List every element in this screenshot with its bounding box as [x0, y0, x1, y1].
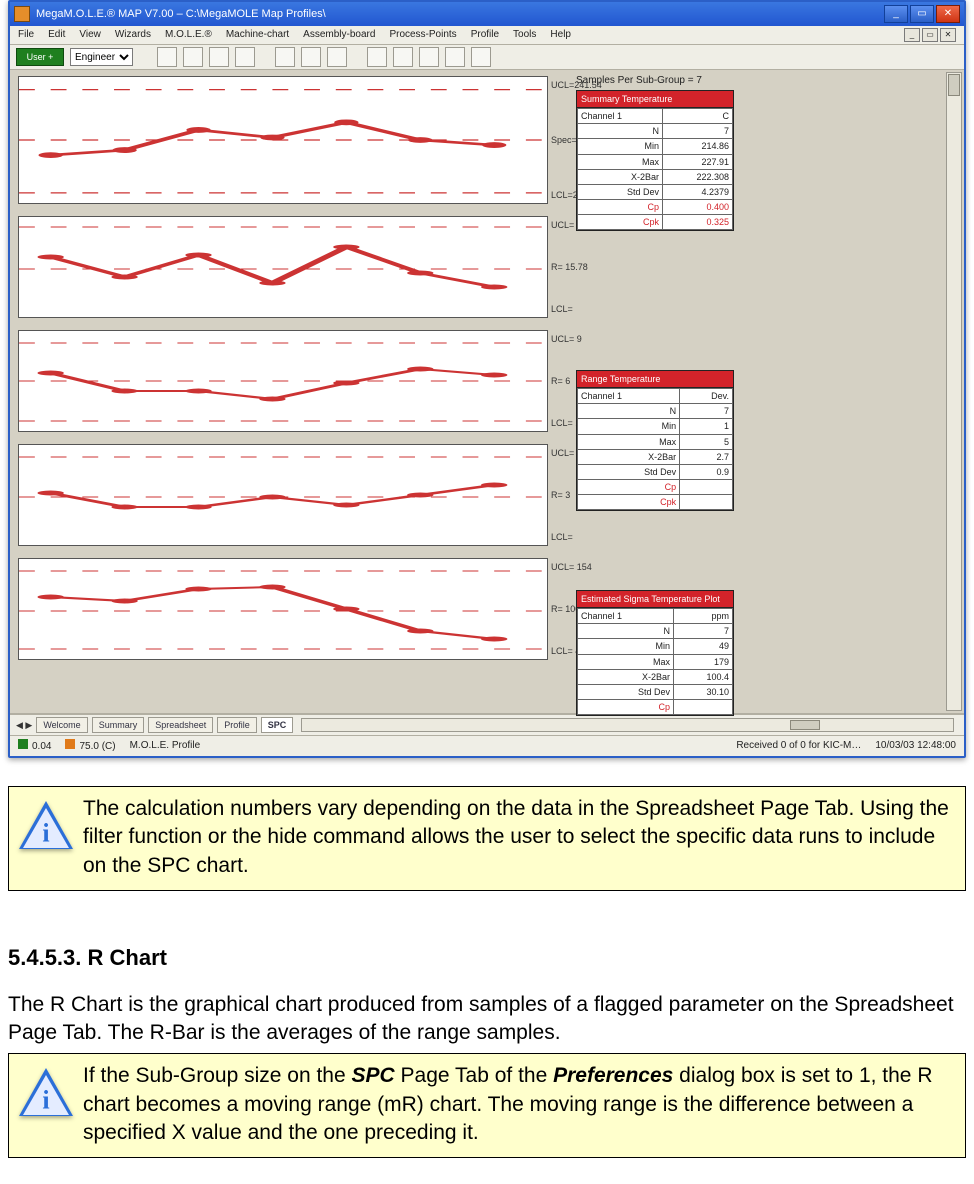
chart5-ucl-label: UCL= 154 — [551, 561, 615, 573]
section-body: The R Chart is the graphical chart produ… — [8, 991, 966, 1048]
menu-profile[interactable]: Profile — [471, 28, 499, 42]
maximize-button[interactable]: ▭ — [910, 5, 934, 23]
toolbar-btn-5[interactable] — [275, 47, 295, 67]
child-minimize-icon[interactable]: _ — [904, 28, 920, 42]
info-icon: i — [19, 1068, 73, 1122]
chart-1: UCL=241.54 Spec=233 LCL=203.07 — [18, 76, 548, 204]
tab-spreadsheet[interactable]: Spreadsheet — [148, 717, 213, 733]
info-box-2-text: If the Sub-Group size on the SPC Page Ta… — [83, 1062, 955, 1147]
info-icon: i — [19, 801, 73, 855]
user-add-button[interactable]: User + — [16, 48, 64, 66]
menu-machine-chart[interactable]: Machine-chart — [226, 28, 289, 42]
chart2-center-label: R= 15.78 — [551, 261, 615, 273]
menu-view[interactable]: View — [79, 28, 101, 42]
toolbar-btn-9[interactable] — [393, 47, 413, 67]
toolbar-btn-10[interactable] — [419, 47, 439, 67]
role-dropdown[interactable]: Engineer — [70, 48, 133, 66]
menu-file[interactable]: File — [18, 28, 34, 42]
chart4-lcl-label: LCL= — [551, 531, 615, 543]
menu-tools[interactable]: Tools — [513, 28, 536, 42]
summary-table-1: Summary Temperature Channel 1C N7 Min214… — [576, 90, 734, 231]
toolbar-btn-7[interactable] — [327, 47, 347, 67]
status-dot-green-icon — [18, 739, 28, 749]
app-screenshot: MegaM.O.L.E.® MAP V7.00 – C:\MegaMOLE Ma… — [8, 0, 966, 758]
menu-wizards[interactable]: Wizards — [115, 28, 151, 42]
info-box-1-text: The calculation numbers vary depending o… — [83, 795, 955, 880]
chart3-ucl-label: UCL= 9 — [551, 333, 615, 345]
menu-assembly-board[interactable]: Assembly-board — [303, 28, 375, 42]
menu-mole[interactable]: M.O.L.E.® — [165, 28, 212, 42]
status-val-2: 75.0 (C) — [79, 741, 115, 752]
status-right2: 10/03/03 12:48:00 — [875, 739, 956, 753]
child-restore-icon[interactable]: ▭ — [922, 28, 938, 42]
tab-profile[interactable]: Profile — [217, 717, 257, 733]
tab-summary[interactable]: Summary — [92, 717, 145, 733]
summary-table-3: Estimated Sigma Temperature Plot Channel… — [576, 590, 734, 716]
status-dot-orange-icon — [65, 739, 75, 749]
chart-5: UCL= 154 R= 100 LCL= 47 — [18, 558, 548, 660]
horizontal-scrollbar[interactable] — [301, 718, 954, 732]
chart2-lcl-label: LCL= — [551, 303, 615, 315]
info-box-1: i The calculation numbers vary depending… — [8, 786, 966, 891]
summary-table-3-header: Estimated Sigma Temperature Plot — [577, 591, 733, 608]
menu-process-points[interactable]: Process-Points — [389, 28, 456, 42]
toolbar-btn-4[interactable] — [235, 47, 255, 67]
tab-spc[interactable]: SPC — [261, 717, 294, 733]
window-title: MegaM.O.L.E.® MAP V7.00 – C:\MegaMOLE Ma… — [36, 7, 326, 22]
status-center: M.O.L.E. Profile — [130, 739, 201, 753]
status-val-1: 0.04 — [32, 741, 51, 752]
chart-4: UCL= 6 R= 3 LCL= — [18, 444, 548, 546]
chart-2: UCL= 30.24 R= 15.78 LCL= — [18, 216, 548, 318]
toolbar-btn-8[interactable] — [367, 47, 387, 67]
summary-table-2-header: Range Temperature — [577, 371, 733, 388]
chart-3: UCL= 9 R= 6 LCL= 1 — [18, 330, 548, 432]
workbook-tabs: ◀ ▶ Welcome Summary Spreadsheet Profile … — [10, 714, 964, 735]
child-close-icon[interactable]: ✕ — [940, 28, 956, 42]
toolbar-btn-3[interactable] — [209, 47, 229, 67]
summary-table-2: Range Temperature Channel 1Dev. N7 Min1 … — [576, 370, 734, 511]
info-box-2: i If the Sub-Group size on the SPC Page … — [8, 1053, 966, 1158]
app-icon — [14, 6, 30, 22]
toolbar-btn-12[interactable] — [471, 47, 491, 67]
close-button[interactable]: ✕ — [936, 5, 960, 23]
section-heading: 5.4.5.3. R Chart — [8, 943, 966, 973]
window-buttons: _ ▭ ✕ — [884, 5, 960, 23]
menu-help[interactable]: Help — [550, 28, 571, 42]
toolbar-btn-6[interactable] — [301, 47, 321, 67]
toolbar: User + Engineer — [10, 45, 964, 70]
window-titlebar: MegaM.O.L.E.® MAP V7.00 – C:\MegaMOLE Ma… — [10, 2, 964, 26]
summary-table-1-header: Summary Temperature — [577, 91, 733, 108]
minimize-button[interactable]: _ — [884, 5, 908, 23]
status-bar: 0.04 75.0 (C) M.O.L.E. Profile Received … — [10, 735, 964, 756]
chart-panel: Samples Per Sub-Group = 7 UCL=241. — [10, 70, 964, 714]
tab-welcome[interactable]: Welcome — [36, 717, 87, 733]
toolbar-btn-1[interactable] — [157, 47, 177, 67]
toolbar-btn-2[interactable] — [183, 47, 203, 67]
toolbar-btn-11[interactable] — [445, 47, 465, 67]
menu-edit[interactable]: Edit — [48, 28, 65, 42]
menu-bar: File Edit View Wizards M.O.L.E.® Machine… — [10, 26, 964, 45]
vertical-scrollbar[interactable] — [946, 72, 962, 711]
status-right1: Received 0 of 0 for KIC-M… — [736, 739, 861, 753]
